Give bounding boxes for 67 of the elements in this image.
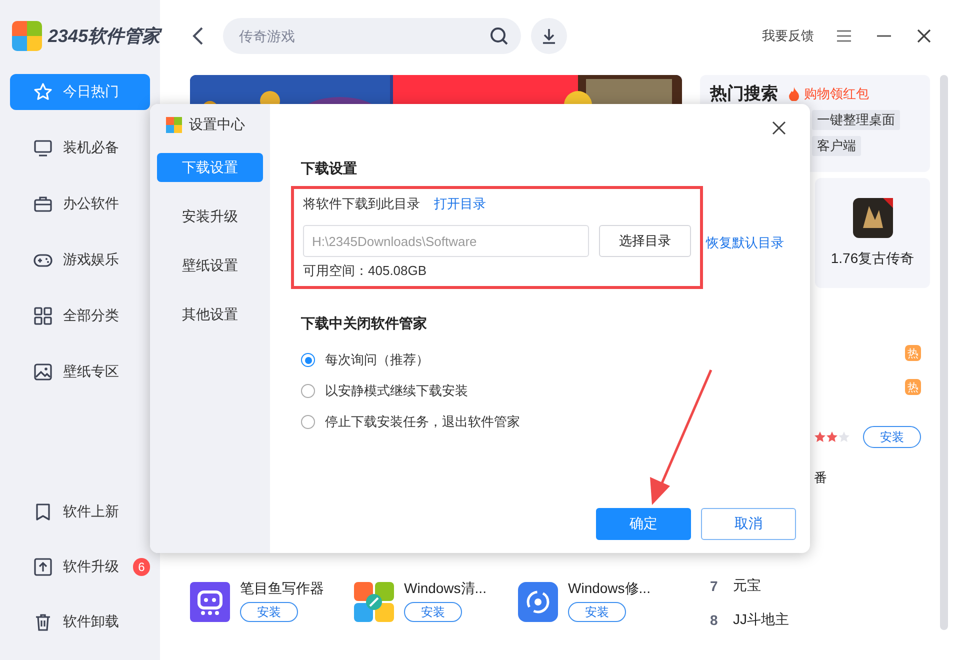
scrollbar[interactable] (940, 75, 948, 630)
ranking-item[interactable]: JJ斗地主 (733, 611, 789, 629)
close-icon[interactable] (772, 121, 786, 135)
choose-folder-button[interactable]: 选择目录 (598, 225, 691, 257)
option-label: 停止下载安装任务，退出软件管家 (325, 413, 520, 431)
app-name: 笔目鱼写作器 (240, 580, 324, 598)
restore-default-link[interactable]: 恢复默认目录 (706, 234, 784, 252)
grid-icon (33, 306, 53, 326)
app-card[interactable]: 1.76复古传奇 (815, 178, 930, 288)
app-name: Windows清... (404, 580, 486, 598)
hot-badge: 热 (905, 345, 921, 361)
option-label: 每次询问（推荐） (325, 351, 429, 369)
settings-tab[interactable]: 壁纸设置 (157, 251, 263, 280)
free-space-text: 可用空间：405.08GB (303, 262, 428, 280)
star-icon (33, 82, 53, 102)
panel-title: 热门搜索 (710, 84, 778, 104)
count-badge: 6 (133, 558, 150, 576)
open-folder-link[interactable]: 打开目录 (434, 195, 486, 213)
trash-icon (33, 612, 53, 632)
radio-button[interactable] (301, 353, 315, 367)
radio-button[interactable] (301, 384, 315, 398)
section-title: 下载中关闭软件管家 (300, 315, 428, 333)
sidebar-item[interactable]: 办公软件 (10, 186, 150, 222)
sidebar-item[interactable]: 软件升级 6 (10, 549, 150, 585)
section-title: 下载设置 (300, 160, 358, 178)
sidebar-item[interactable]: 软件上新 (10, 494, 150, 530)
download-icon (540, 27, 558, 45)
logo-icon (12, 21, 42, 51)
install-button[interactable]: 安装 (404, 602, 462, 622)
briefcase-icon (33, 194, 53, 214)
app-logo-text: 2345软件管家 (48, 25, 160, 48)
sidebar-item[interactable]: 全部分类 (10, 298, 150, 334)
settings-tab[interactable]: 其他设置 (157, 300, 263, 329)
install-button[interactable]: 安装 (240, 602, 298, 622)
download-button[interactable] (531, 18, 567, 54)
list-item-text: 番 (814, 469, 827, 487)
cancel-button[interactable]: 取消 (701, 508, 796, 540)
install-button[interactable]: 安装 (568, 602, 626, 622)
menu-icon[interactable] (836, 29, 852, 43)
search-field[interactable]: 传奇游戏 (223, 18, 521, 54)
picture-frame-icon (33, 362, 53, 382)
sidebar-item[interactable]: 装机必备 (10, 130, 150, 166)
feedback-link[interactable]: 我要反馈 (762, 27, 814, 45)
logo-icon (166, 117, 182, 133)
sidebar-item[interactable]: 游戏娱乐 (10, 242, 150, 278)
game-icon (852, 198, 892, 238)
search-tag[interactable]: 一键整理桌面 (812, 110, 900, 130)
radio-button[interactable] (301, 415, 315, 429)
settings-tab[interactable]: 安装升级 (157, 202, 263, 231)
option-label: 以安静模式继续下载安装 (325, 382, 468, 400)
sidebar-item[interactable]: 软件卸载 (10, 604, 150, 640)
fire-icon (788, 87, 800, 101)
robot-icon (190, 582, 230, 622)
field-label: 将软件下载到此目录 (303, 195, 420, 213)
install-button[interactable]: 安装 (863, 426, 921, 448)
dialog-title: 设置中心 (189, 116, 245, 134)
upload-icon (33, 557, 53, 577)
close-icon[interactable] (916, 28, 932, 44)
hot-badge: 热 (905, 379, 921, 395)
bookmark-icon (33, 502, 53, 522)
sidebar-item[interactable]: 壁纸专区 (10, 354, 150, 390)
ranking-item[interactable]: 元宝 (733, 577, 761, 595)
rank-number: 8 (710, 612, 719, 628)
app-name: Windows修... (568, 580, 650, 598)
rank-number: 7 (710, 578, 719, 594)
search-tag[interactable]: 客户端 (812, 136, 861, 156)
monitor-icon (33, 138, 53, 158)
